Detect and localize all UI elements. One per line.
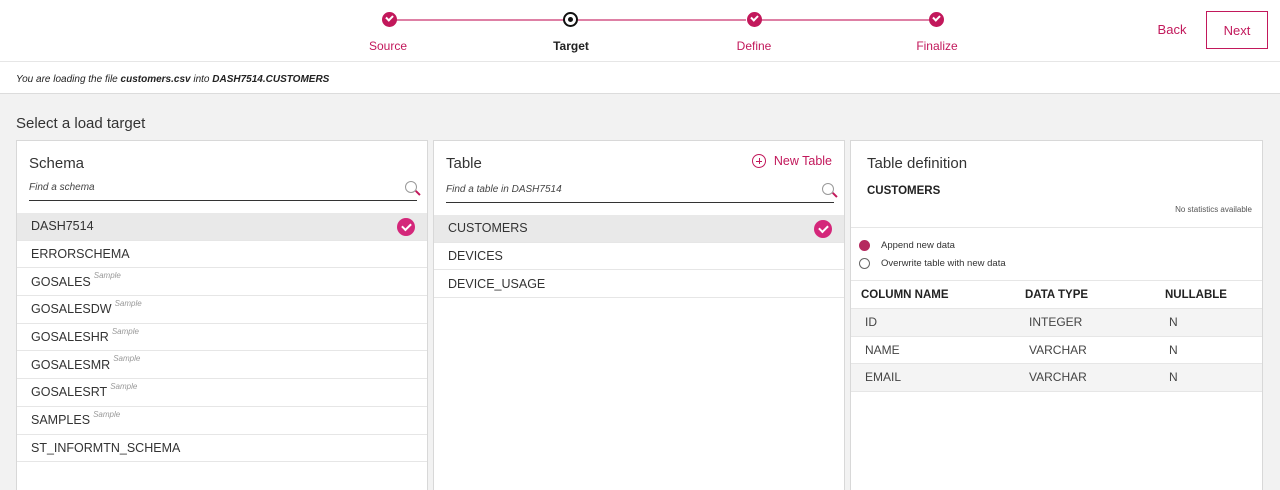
schema-item-gosaleshr[interactable]: GOSALESHR Sample: [17, 324, 427, 352]
next-button[interactable]: Next: [1206, 11, 1268, 49]
top-bar: Source Target Define Finalize Back Next …: [0, 0, 1280, 94]
schema-search-input[interactable]: [29, 178, 417, 193]
column-name-header: COLUMN NAME: [861, 288, 949, 301]
sample-tag: Sample: [113, 354, 141, 364]
schema-item-gosalesrt[interactable]: GOSALESRT Sample: [17, 379, 427, 407]
step-label-source[interactable]: Source: [328, 39, 448, 53]
load-mode-options: Append new data Overwrite table with new…: [851, 227, 1262, 281]
schema-item-samples[interactable]: SAMPLES Sample: [17, 407, 427, 435]
table-item-customers[interactable]: CUSTOMERS: [434, 215, 844, 243]
nullable-cell: N: [1169, 342, 1178, 357]
load-info-middle: into: [190, 74, 213, 85]
list-item-label: SAMPLES: [31, 413, 91, 428]
schema-item-gosalesmr[interactable]: GOSALESMR Sample: [17, 351, 427, 380]
table-row: NAME VARCHAR N: [851, 337, 1262, 364]
schema-panel: Schema DASH7514 ERRORSCHEMA GOSALES Samp…: [16, 140, 428, 490]
new-table-label: New Table: [773, 154, 832, 168]
load-info-target: DASH7514.CUSTOMERS: [212, 74, 330, 85]
step-connector: [396, 19, 564, 21]
list-item-label: DEVICE_USAGE: [448, 276, 546, 291]
column-name-cell: EMAIL: [865, 370, 902, 385]
list-item-label: GOSALESMR: [31, 357, 111, 372]
list-item-label: DASH7514: [31, 219, 94, 234]
column-definition-table: COLUMN NAME DATA TYPE NULLABLE ID INTEGE…: [851, 281, 1262, 392]
schema-search: [29, 177, 417, 201]
step-target-current-icon[interactable]: [563, 12, 578, 27]
schema-item-dash7514[interactable]: DASH7514: [17, 213, 427, 241]
definition-table-name: CUSTOMERS: [867, 185, 941, 197]
sample-tag: Sample: [110, 381, 138, 391]
radio-unselected-icon[interactable]: [859, 258, 870, 269]
schema-list: DASH7514 ERRORSCHEMA GOSALES Sample GOSA…: [17, 213, 427, 463]
table-row: EMAIL VARCHAR N: [851, 364, 1262, 392]
table-row: ID INTEGER N: [851, 309, 1262, 337]
table-header-row: COLUMN NAME DATA TYPE NULLABLE: [851, 281, 1262, 309]
statistics-status: No statistics available: [1175, 205, 1252, 214]
sample-tag: Sample: [93, 271, 121, 281]
schema-item-gosalesdw[interactable]: GOSALESDW Sample: [17, 296, 427, 324]
step-connector: [760, 19, 930, 21]
definition-panel: Table definition CUSTOMERS No statistics…: [850, 140, 1263, 490]
definition-panel-title: Table definition: [867, 155, 968, 172]
list-item-label: GOSALESDW: [31, 302, 112, 317]
wizard-progress: Source Target Define Finalize Back Next: [0, 0, 1280, 62]
schema-item-st-informtn-schema[interactable]: ST_INFORMTN_SCHEMA: [17, 435, 427, 463]
table-item-device-usage[interactable]: DEVICE_USAGE: [434, 270, 844, 299]
list-item-label: GOSALESHR: [31, 330, 109, 345]
list-item-label: GOSALESRT: [31, 385, 108, 400]
data-type-cell: VARCHAR: [1029, 342, 1087, 357]
radio-selected-icon[interactable]: [859, 240, 870, 251]
list-item-label: ST_INFORMTN_SCHEMA: [31, 440, 181, 455]
nullable-header: NULLABLE: [1165, 288, 1227, 301]
data-type-cell: INTEGER: [1029, 315, 1083, 330]
search-icon[interactable]: [822, 183, 834, 195]
step-connector: [578, 19, 746, 21]
load-info-text: You are loading the file customers.csv i…: [16, 74, 329, 85]
load-info-file: customers.csv: [120, 74, 191, 85]
add-circle-icon: [751, 154, 766, 168]
nullable-cell: N: [1169, 315, 1178, 330]
list-item-label: GOSALES: [31, 274, 91, 289]
overwrite-option[interactable]: Overwrite table with new data: [859, 258, 1006, 269]
table-list: CUSTOMERS DEVICES DEVICE_USAGE: [434, 215, 844, 299]
sample-tag: Sample: [93, 409, 121, 419]
checkmark-icon: [814, 220, 832, 238]
data-type-header: DATA TYPE: [1025, 288, 1089, 301]
sample-tag: Sample: [114, 298, 142, 308]
table-panel-title: Table: [446, 155, 482, 172]
table-panel: Table New Table CUSTOMERS DEVICES DEVICE…: [433, 140, 845, 490]
step-label-finalize[interactable]: Finalize: [877, 39, 997, 53]
new-table-button[interactable]: New Table: [751, 154, 832, 168]
sample-tag: Sample: [111, 326, 139, 336]
step-finalize-check-icon[interactable]: [929, 12, 944, 27]
list-item-label: ERRORSCHEMA: [31, 247, 130, 262]
step-label-target[interactable]: Target: [511, 39, 631, 53]
section-title: Select a load target: [16, 115, 146, 132]
append-option[interactable]: Append new data: [859, 240, 955, 251]
column-name-cell: ID: [865, 315, 877, 330]
schema-item-gosales[interactable]: GOSALES Sample: [17, 268, 427, 297]
data-type-cell: VARCHAR: [1029, 370, 1087, 385]
step-define-check-icon[interactable]: [747, 12, 762, 27]
step-source-check-icon[interactable]: [382, 12, 397, 27]
table-search-input[interactable]: [446, 180, 834, 195]
table-search: [446, 179, 834, 203]
schema-panel-title: Schema: [29, 155, 85, 172]
schema-item-errorschema[interactable]: ERRORSCHEMA: [17, 241, 427, 269]
list-item-label: CUSTOMERS: [448, 221, 528, 236]
checkmark-icon: [397, 218, 415, 236]
step-label-define[interactable]: Define: [694, 39, 814, 53]
column-name-cell: NAME: [865, 342, 900, 357]
list-item-label: DEVICES: [448, 249, 503, 264]
append-option-label: Append new data: [881, 240, 955, 251]
search-icon[interactable]: [405, 181, 417, 193]
back-button[interactable]: Back: [1150, 12, 1194, 48]
table-item-devices[interactable]: DEVICES: [434, 243, 844, 271]
nullable-cell: N: [1169, 370, 1178, 385]
overwrite-option-label: Overwrite table with new data: [881, 258, 1006, 269]
load-info-prefix: You are loading the file: [16, 74, 121, 85]
